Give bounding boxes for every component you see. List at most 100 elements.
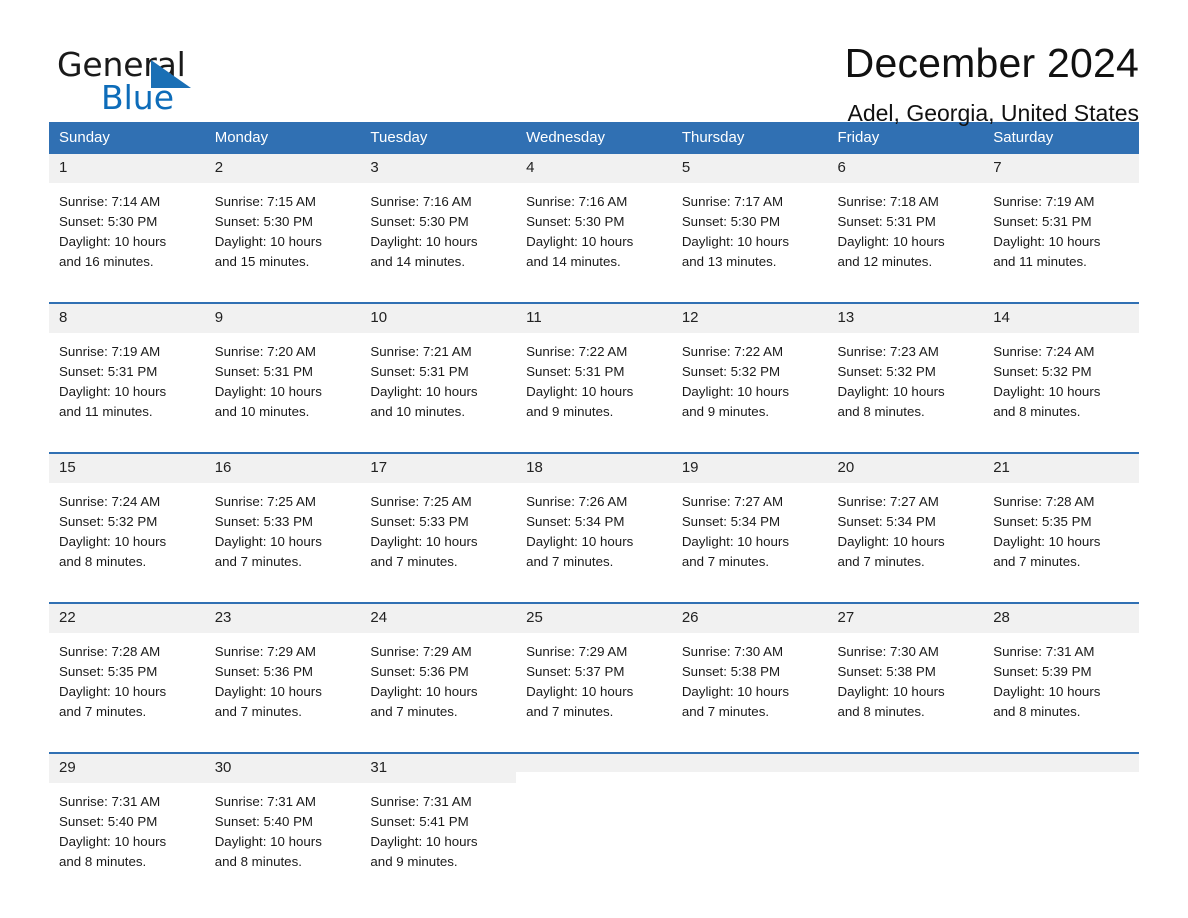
sunrise-text: Sunrise: 7:31 AM [59, 794, 161, 809]
day-number: 26 [671, 604, 828, 633]
sunrise-text: Sunrise: 7:23 AM [837, 344, 939, 359]
calendar-week-row: 1 Sunrise: 7:14 AM Sunset: 5:30 PM Daylight… [49, 154, 1139, 288]
sunrise-text: Sunrise: 7:31 AM [214, 794, 316, 809]
calendar-day-cell[interactable]: 17 Sunrise: 7:25 AM Sunset: 5:33 PM Dayligh… [360, 452, 517, 588]
calendar-day-cell[interactable]: 23 Sunrise: 7:29 AM Sunset: 5:36 PM Dayligh… [204, 602, 361, 738]
day-number [516, 754, 672, 772]
calendar-day-cell[interactable]: 4 Sunrise: 7:16 AM Sunset: 5:30 PM Daylight… [516, 154, 672, 288]
day-details: Sunrise: 7:31 AM Sunset: 5:40 PM Daylight:… [49, 783, 205, 872]
calendar-day-cell[interactable]: 6 Sunrise: 7:18 AM Sunset: 5:31 PM Daylight… [827, 154, 984, 288]
day-number: 11 [516, 304, 672, 333]
calendar-day-cell[interactable]: 30 Sunrise: 7:31 AM Sunset: 5:40 PM Dayligh… [204, 752, 361, 888]
calendar-day-cell[interactable]: 14 Sunrise: 7:24 AM Sunset: 5:32 PM Dayligh… [983, 302, 1139, 438]
week-spacer [49, 438, 1139, 453]
sunrise-text: Sunrise: 7:25 AM [214, 494, 316, 509]
daylight-text-line2: and 7 minutes. [370, 704, 458, 719]
sunset-text: Sunset: 5:37 PM [526, 664, 625, 679]
day-details: Sunrise: 7:22 AM Sunset: 5:31 PM Daylight:… [516, 333, 672, 422]
sunrise-text: Sunrise: 7:28 AM [59, 644, 161, 659]
sunrise-text: Sunrise: 7:28 AM [993, 494, 1095, 509]
calendar-day-cell[interactable]: 16 Sunrise: 7:25 AM Sunset: 5:33 PM Dayligh… [204, 452, 361, 588]
daylight-text-line1: Daylight: 10 hours [993, 534, 1101, 549]
day-number [671, 754, 828, 772]
day-details [828, 772, 984, 781]
calendar-day-cell[interactable]: 31 Sunrise: 7:31 AM Sunset: 5:41 PM Dayligh… [360, 752, 517, 888]
sunset-text: Sunset: 5:31 PM [837, 214, 936, 229]
calendar-day-cell[interactable]: 19 Sunrise: 7:27 AM Sunset: 5:34 PM Dayligh… [671, 452, 828, 588]
calendar-day-cell[interactable]: 3 Sunrise: 7:16 AM Sunset: 5:30 PM Daylight… [360, 154, 517, 288]
calendar-day-cell[interactable]: 29 Sunrise: 7:31 AM Sunset: 5:40 PM Dayligh… [49, 752, 205, 888]
calendar-day-cell[interactable]: 5 Sunrise: 7:17 AM Sunset: 5:30 PM Daylight… [671, 154, 828, 288]
week-spacer-cell [49, 588, 1139, 603]
day-details: Sunrise: 7:30 AM Sunset: 5:38 PM Daylight:… [672, 633, 828, 722]
calendar-day-cell[interactable]: 7 Sunrise: 7:19 AM Sunset: 5:31 PM Daylight… [983, 154, 1139, 288]
day-number: 24 [360, 604, 517, 633]
calendar-week-row: 29 Sunrise: 7:31 AM Sunset: 5:40 PM Dayligh… [49, 752, 1139, 888]
daylight-text-line1: Daylight: 10 hours [681, 234, 789, 249]
calendar-day-cell[interactable]: 1 Sunrise: 7:14 AM Sunset: 5:30 PM Daylight… [49, 154, 205, 288]
day-number: 16 [204, 454, 361, 483]
calendar-day-cell[interactable]: 22 Sunrise: 7:28 AM Sunset: 5:35 PM Dayligh… [49, 602, 205, 738]
day-number: 12 [671, 304, 828, 333]
day-details: Sunrise: 7:21 AM Sunset: 5:31 PM Daylight:… [360, 333, 516, 422]
calendar-day-cell-empty [516, 752, 672, 888]
day-details: Sunrise: 7:15 AM Sunset: 5:30 PM Daylight:… [205, 183, 361, 272]
day-details: Sunrise: 7:27 AM Sunset: 5:34 PM Daylight:… [672, 483, 828, 572]
sunrise-text: Sunrise: 7:17 AM [681, 194, 784, 209]
day-details [672, 772, 828, 781]
daylight-text-line2: and 9 minutes. [681, 404, 770, 419]
day-number: 9 [204, 304, 361, 333]
sunset-text: Sunset: 5:41 PM [370, 814, 469, 829]
daylight-text-line1: Daylight: 10 hours [214, 684, 322, 699]
sunrise-text: Sunrise: 7:19 AM [59, 344, 161, 359]
sunset-text: Sunset: 5:35 PM [59, 664, 158, 679]
daylight-text-line1: Daylight: 10 hours [993, 384, 1101, 399]
calendar-day-cell[interactable]: 15 Sunrise: 7:24 AM Sunset: 5:32 PM Dayligh… [49, 452, 205, 588]
day-details: Sunrise: 7:19 AM Sunset: 5:31 PM Daylight:… [49, 333, 205, 422]
week-spacer [49, 588, 1139, 603]
calendar-day-cell[interactable]: 11 Sunrise: 7:22 AM Sunset: 5:31 PM Dayligh… [516, 302, 672, 438]
day-details: Sunrise: 7:31 AM Sunset: 5:39 PM Daylight:… [983, 633, 1139, 722]
calendar-day-cell[interactable]: 2 Sunrise: 7:15 AM Sunset: 5:30 PM Daylight… [204, 154, 361, 288]
calendar-day-cell[interactable]: 21 Sunrise: 7:28 AM Sunset: 5:35 PM Dayligh… [983, 452, 1139, 588]
sunrise-text: Sunrise: 7:31 AM [993, 644, 1095, 659]
day-number: 4 [516, 154, 672, 183]
calendar-day-cell[interactable]: 9 Sunrise: 7:20 AM Sunset: 5:31 PM Daylight… [204, 302, 361, 438]
calendar-day-cell[interactable]: 8 Sunrise: 7:19 AM Sunset: 5:31 PM Daylight… [49, 302, 205, 438]
week-spacer-cell [49, 288, 1139, 303]
daylight-text-line1: Daylight: 10 hours [370, 384, 478, 399]
calendar-day-cell[interactable]: 18 Sunrise: 7:26 AM Sunset: 5:34 PM Dayligh… [516, 452, 672, 588]
sunset-text: Sunset: 5:36 PM [214, 664, 314, 679]
daylight-text-line1: Daylight: 10 hours [370, 534, 478, 549]
sunrise-text: Sunrise: 7:18 AM [837, 194, 939, 209]
sunrise-text: Sunrise: 7:22 AM [526, 344, 628, 359]
daylight-text-line1: Daylight: 10 hours [526, 384, 634, 399]
calendar-day-cell[interactable]: 10 Sunrise: 7:21 AM Sunset: 5:31 PM Dayligh… [360, 302, 517, 438]
daylight-text-line2: and 12 minutes. [837, 254, 933, 269]
daylight-text-line1: Daylight: 10 hours [59, 534, 167, 549]
sunrise-text: Sunrise: 7:25 AM [370, 494, 472, 509]
calendar-day-cell[interactable]: 12 Sunrise: 7:22 AM Sunset: 5:32 PM Dayligh… [671, 302, 828, 438]
daylight-text-line2: and 8 minutes. [993, 404, 1081, 419]
calendar-day-cell[interactable]: 26 Sunrise: 7:30 AM Sunset: 5:38 PM Dayligh… [671, 602, 828, 738]
daylight-text-line2: and 7 minutes. [526, 554, 614, 569]
daylight-text-line1: Daylight: 10 hours [837, 684, 945, 699]
general-blue-logo[interactable]: General Blue [57, 48, 217, 120]
daylight-text-line1: Daylight: 10 hours [993, 234, 1101, 249]
calendar-page: General Blue December 2024 Adel, Georgia… [0, 0, 1188, 918]
calendar-day-cell[interactable]: 24 Sunrise: 7:29 AM Sunset: 5:36 PM Dayligh… [360, 602, 517, 738]
day-number: 28 [983, 604, 1139, 633]
day-number: 21 [983, 454, 1139, 483]
calendar-day-cell[interactable]: 27 Sunrise: 7:30 AM Sunset: 5:38 PM Dayligh… [827, 602, 984, 738]
calendar-day-cell-empty [827, 752, 984, 888]
day-number: 22 [49, 604, 205, 633]
daylight-text-line1: Daylight: 10 hours [214, 234, 322, 249]
calendar-day-cell[interactable]: 28 Sunrise: 7:31 AM Sunset: 5:39 PM Dayligh… [983, 602, 1139, 738]
calendar-day-cell[interactable]: 13 Sunrise: 7:23 AM Sunset: 5:32 PM Dayligh… [827, 302, 984, 438]
calendar-day-cell[interactable]: 20 Sunrise: 7:27 AM Sunset: 5:34 PM Dayligh… [827, 452, 984, 588]
sunrise-text: Sunrise: 7:29 AM [370, 644, 472, 659]
daylight-text-line2: and 8 minutes. [59, 854, 147, 869]
calendar-day-cell[interactable]: 25 Sunrise: 7:29 AM Sunset: 5:37 PM Dayligh… [516, 602, 672, 738]
day-details: Sunrise: 7:27 AM Sunset: 5:34 PM Daylight:… [828, 483, 984, 572]
sunset-text: Sunset: 5:31 PM [370, 364, 469, 379]
